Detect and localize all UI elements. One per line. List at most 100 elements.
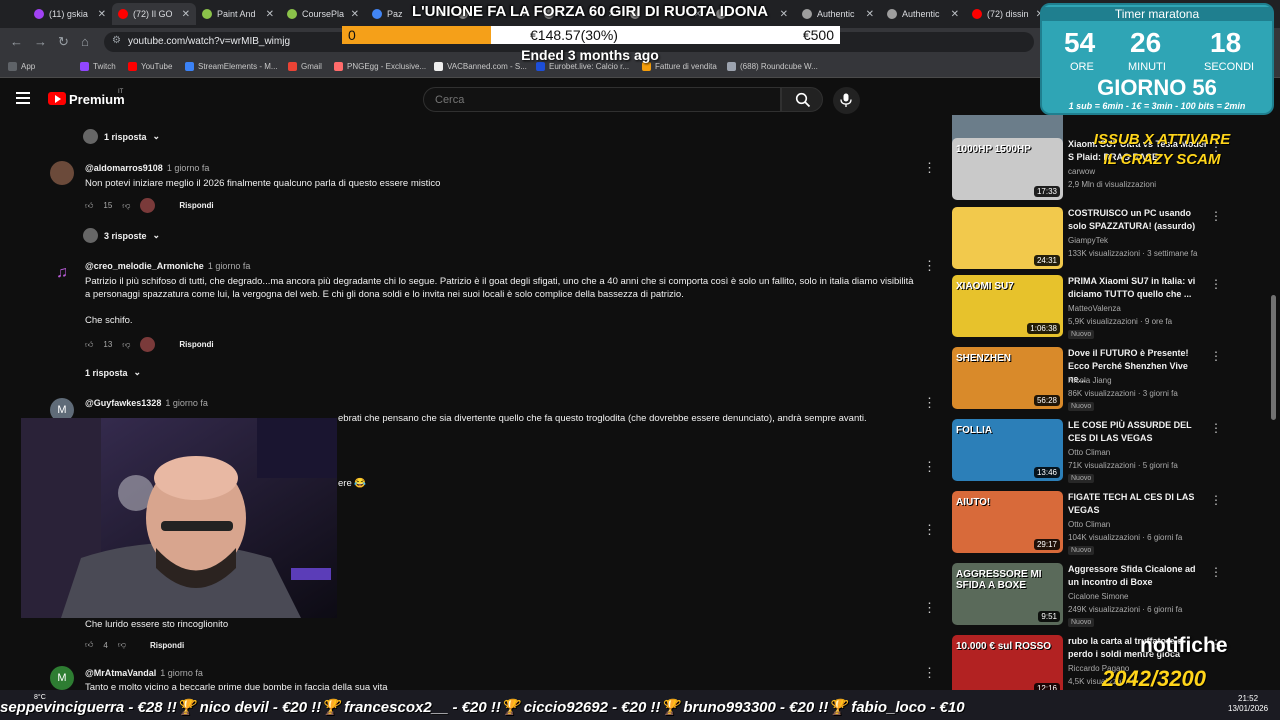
voice-search-button[interactable] (833, 87, 860, 114)
browser-tab[interactable]: Paint And ✕ (196, 3, 280, 25)
comment-time[interactable]: 1 giorno fa (165, 398, 208, 408)
reply-button[interactable]: Rispondi (150, 641, 184, 650)
comment-menu-icon[interactable]: ⋮ (923, 665, 936, 681)
video-thumbnail[interactable]: 24:31 (952, 207, 1063, 269)
comment-author[interactable]: @aldomarros9108 1 giorno fa (85, 163, 209, 173)
bookmark-item[interactable]: Eurobet.live: Calcio r... (536, 62, 629, 71)
video-title[interactable]: LE COSE PIÙ ASSURDE DEL CES DI LAS VEGAS (1068, 419, 1208, 445)
comment-time[interactable]: 1 giorno fa (160, 668, 203, 678)
comment-author[interactable]: @creo_melodie_Armoniche 1 giorno fa (85, 261, 250, 271)
comment-menu-icon[interactable]: ⋮ (923, 160, 936, 176)
new-badge: Nuovo (1068, 330, 1095, 339)
dislike-icon[interactable]: 👎︎ (118, 640, 126, 650)
video-menu-icon[interactable]: ⋮ (1210, 209, 1218, 223)
scrollbar[interactable] (1271, 295, 1276, 420)
home-icon[interactable]: ⌂ (81, 34, 89, 49)
bookmark-item[interactable]: PNGEgg - Exclusive... (334, 62, 426, 71)
video-title[interactable]: FIGATE TECH AL CES DI LAS VEGAS (1068, 491, 1208, 517)
browser-tab[interactable]: (72) Il GO ✕ (112, 3, 196, 25)
comment-menu-icon[interactable]: ⋮ (923, 395, 936, 411)
close-icon[interactable]: ✕ (951, 9, 959, 20)
comment-time[interactable]: 1 giorno fa (167, 163, 210, 173)
search-button[interactable] (781, 87, 823, 112)
video-title[interactable]: Aggressore Sfida Cicalone ad un incontro… (1068, 563, 1208, 589)
timer-seconds-label: SECONDI (1204, 61, 1255, 73)
video-thumbnail[interactable]: 1000HP 1500HP 17:33 (952, 138, 1063, 200)
back-icon[interactable]: ← (10, 34, 23, 49)
video-channel[interactable]: Nicola Jiang (1068, 376, 1112, 385)
related-video[interactable]: SHENZHEN 56:28 Dove il FUTURO è Presente! … (950, 347, 1218, 415)
video-channel[interactable]: Cicalone Simone (1068, 592, 1128, 601)
video-thumbnail[interactable]: FOLLIA 13:46 (952, 419, 1063, 481)
video-thumbnail[interactable]: AIUTO! 29:17 (952, 491, 1063, 553)
like-icon[interactable]: 👍︎ (85, 340, 93, 350)
comment-menu-icon[interactable]: ⋮ (923, 459, 936, 475)
avatar[interactable] (50, 161, 74, 185)
comment-menu-icon[interactable]: ⋮ (923, 600, 936, 616)
video-thumbnail[interactable]: AGGRESSORE MI SFIDA A BOXE 9:51 (952, 563, 1063, 625)
close-icon[interactable]: ✕ (266, 9, 274, 20)
related-video[interactable]: XIAOMI SU7 1:06:38 PRIMA Xiaomi SU7 in Ita… (950, 275, 1218, 343)
browser-tab[interactable]: (72) dissin✕ (966, 3, 1050, 25)
bookmark-item[interactable]: (688) Roundcube W... (727, 62, 818, 71)
comment-menu-icon[interactable]: ⋮ (923, 258, 936, 274)
browser-tab[interactable]: Authentic ✕ (881, 3, 965, 25)
browser-tab[interactable]: (11) gskia ✕ (28, 3, 112, 25)
video-thumbnail[interactable]: 10.000 € sul ROSSO 12:16 (952, 635, 1063, 690)
bookmark-item[interactable]: StreamElements - M... (185, 62, 278, 71)
close-icon[interactable]: ✕ (182, 9, 190, 20)
comment-author[interactable]: @Guyfawkes1328 1 giorno fa (85, 398, 208, 408)
avatar[interactable]: M (50, 666, 74, 690)
dislike-icon[interactable]: 👎︎ (122, 340, 130, 350)
hamburger-menu-icon[interactable] (16, 92, 30, 104)
video-thumbnail[interactable]: XIAOMI SU7 1:06:38 (952, 275, 1063, 337)
close-icon[interactable]: ✕ (98, 9, 106, 20)
video-title[interactable]: PRIMA Xiaomi SU7 in Italia: vi diciamo T… (1068, 275, 1208, 301)
video-menu-icon[interactable]: ⋮ (1210, 565, 1218, 579)
like-icon[interactable]: 👍︎ (85, 201, 93, 211)
comment-author[interactable]: @MrAtmaVandal 1 giorno fa (85, 668, 203, 678)
taskbar: 8°C seppevinciguerra - €28 !!🏆 nico devi… (0, 690, 1280, 720)
related-video[interactable]: AIUTO! 29:17 FIGATE TECH AL CES DI LAS VEG… (950, 491, 1218, 559)
like-icon[interactable]: 👍︎ (85, 640, 93, 650)
bookmark-item[interactable]: Gmail (288, 62, 322, 71)
related-video[interactable]: FOLLIA 13:46 LE COSE PIÙ ASSURDE DEL CES D… (950, 419, 1218, 487)
video-channel[interactable]: Otto Climan (1068, 520, 1110, 529)
video-menu-icon[interactable]: ⋮ (1210, 349, 1218, 363)
comment-actions: 👍︎ 15 👎︎ Rispondi (85, 198, 214, 213)
youtube-premium-label[interactable]: Premium (69, 92, 125, 107)
comment-time[interactable]: 1 giorno fa (208, 261, 251, 271)
search-input[interactable] (423, 87, 781, 112)
related-video[interactable]: 24:31 COSTRUISCO un PC usando solo SPAZZA… (950, 207, 1218, 275)
reply-button[interactable]: Rispondi (179, 340, 213, 349)
bookmark-item[interactable]: VACBanned.com - S... (434, 62, 527, 71)
video-menu-icon[interactable]: ⋮ (1210, 277, 1218, 291)
video-channel[interactable]: MatteoValenza (1068, 304, 1121, 313)
dislike-icon[interactable]: 👎︎ (122, 201, 130, 211)
video-title[interactable]: COSTRUISCO un PC usando solo SPAZZATURA!… (1068, 207, 1208, 233)
video-channel[interactable]: GiampyTek (1068, 236, 1108, 245)
bookmark-item[interactable]: App (8, 62, 35, 71)
replies-toggle[interactable]: 3 risposte ⌄ (83, 228, 160, 243)
replies-toggle[interactable]: 1 risposta ⌄ (85, 367, 141, 378)
site-info-icon[interactable]: ⚙ (112, 35, 121, 46)
music-note-avatar-icon[interactable]: ♫ (50, 262, 74, 286)
video-thumbnail[interactable]: SHENZHEN 56:28 (952, 347, 1063, 409)
url-text: youtube.com/watch?v=wrMIB_wimjg (128, 36, 291, 47)
video-menu-icon[interactable]: ⋮ (1210, 421, 1218, 435)
replies-toggle[interactable]: 1 risposta ⌄ (83, 129, 160, 144)
reply-button[interactable]: Rispondi (179, 201, 213, 210)
bookmark-favicon-icon (80, 62, 89, 71)
youtube-logo-icon[interactable] (48, 92, 66, 105)
bookmark-item[interactable]: Twitch (80, 62, 116, 71)
system-clock[interactable]: 21:52 13/01/2026 (1228, 694, 1268, 714)
related-video[interactable]: AGGRESSORE MI SFIDA A BOXE 9:51 Aggressore… (950, 563, 1218, 631)
forward-icon[interactable]: → (34, 34, 47, 49)
bookmark-item[interactable]: YouTube (128, 62, 172, 71)
video-menu-icon[interactable]: ⋮ (1210, 493, 1218, 507)
reload-icon[interactable]: ↻ (58, 34, 69, 50)
video-channel[interactable]: Otto Climan (1068, 448, 1110, 457)
comment-menu-icon[interactable]: ⋮ (923, 522, 936, 538)
bookmark-item[interactable]: Fatture di vendita (642, 62, 717, 71)
close-icon[interactable]: ✕ (866, 9, 874, 20)
